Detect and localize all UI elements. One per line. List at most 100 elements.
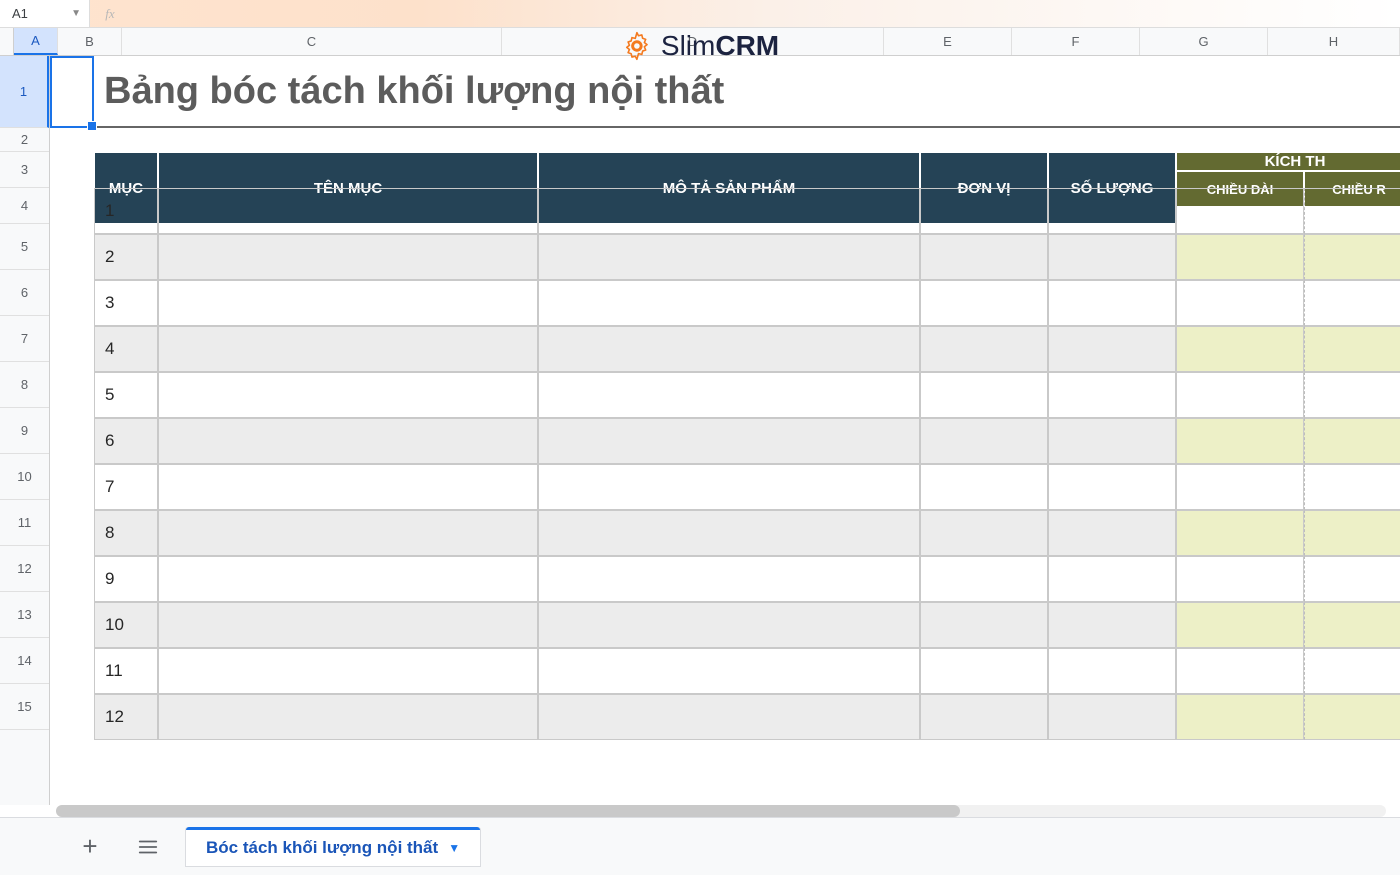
cell-r[interactable] — [1304, 602, 1400, 648]
chevron-down-icon[interactable]: ▼ — [448, 841, 460, 855]
cell-ten[interactable] — [158, 556, 538, 602]
sheet-tab-active[interactable]: Bóc tách khối lượng nội thất ▼ — [186, 827, 480, 867]
formula-input[interactable] — [130, 0, 1400, 28]
cell-r[interactable] — [1304, 188, 1400, 234]
cell-ten[interactable] — [158, 372, 538, 418]
cell-muc[interactable]: 1 — [94, 188, 158, 234]
row-header-2[interactable]: 2 — [0, 128, 49, 152]
row-header-3[interactable]: 3 — [0, 152, 49, 188]
cell-d[interactable] — [1176, 510, 1304, 556]
cell-ten[interactable] — [158, 464, 538, 510]
row-header-10[interactable]: 10 — [0, 454, 49, 500]
col-header-G[interactable]: G — [1140, 28, 1268, 55]
row-header-15[interactable]: 15 — [0, 684, 49, 730]
cell-muc[interactable]: 8 — [94, 510, 158, 556]
add-sheet-button[interactable]: + — [70, 827, 110, 867]
cell-sl[interactable] — [1048, 694, 1176, 740]
cell-muc[interactable]: 4 — [94, 326, 158, 372]
cell-ten[interactable] — [158, 510, 538, 556]
cell-d[interactable] — [1176, 464, 1304, 510]
cell-mota[interactable] — [538, 372, 920, 418]
all-sheets-button[interactable] — [128, 827, 168, 867]
cell-ten[interactable] — [158, 648, 538, 694]
cell-r[interactable] — [1304, 556, 1400, 602]
cell-donvi[interactable] — [920, 280, 1048, 326]
cell-r[interactable] — [1304, 694, 1400, 740]
cell-ten[interactable] — [158, 602, 538, 648]
cell-mota[interactable] — [538, 694, 920, 740]
cell-sl[interactable] — [1048, 510, 1176, 556]
cell-d[interactable] — [1176, 556, 1304, 602]
cell-mota[interactable] — [538, 280, 920, 326]
cell-donvi[interactable] — [920, 510, 1048, 556]
cell-r[interactable] — [1304, 326, 1400, 372]
cell-muc[interactable]: 11 — [94, 648, 158, 694]
cell-sl[interactable] — [1048, 418, 1176, 464]
cell-d[interactable] — [1176, 280, 1304, 326]
cell-donvi[interactable] — [920, 326, 1048, 372]
cell-d[interactable] — [1176, 694, 1304, 740]
cell-sl[interactable] — [1048, 188, 1176, 234]
cell-ten[interactable] — [158, 418, 538, 464]
cell-ten[interactable] — [158, 694, 538, 740]
cell-donvi[interactable] — [920, 372, 1048, 418]
cell-sl[interactable] — [1048, 326, 1176, 372]
col-header-E[interactable]: E — [884, 28, 1012, 55]
cell-muc[interactable]: 5 — [94, 372, 158, 418]
col-header-C[interactable]: C — [122, 28, 502, 55]
select-all-corner[interactable] — [0, 28, 14, 55]
horizontal-scrollbar[interactable] — [56, 805, 1386, 817]
row-header-4[interactable]: 4 — [0, 188, 49, 224]
cell-mota[interactable] — [538, 648, 920, 694]
cell-muc[interactable]: 9 — [94, 556, 158, 602]
cell-mota[interactable] — [538, 464, 920, 510]
cell-muc[interactable]: 10 — [94, 602, 158, 648]
row-header-7[interactable]: 7 — [0, 316, 49, 362]
row-header-11[interactable]: 11 — [0, 500, 49, 546]
cell-donvi[interactable] — [920, 464, 1048, 510]
row-header-6[interactable]: 6 — [0, 270, 49, 316]
cell-donvi[interactable] — [920, 418, 1048, 464]
name-box[interactable]: A1 ▼ — [0, 0, 90, 28]
cell-d[interactable] — [1176, 372, 1304, 418]
row-header-5[interactable]: 5 — [0, 224, 49, 270]
cell-r[interactable] — [1304, 464, 1400, 510]
col-header-B[interactable]: B — [58, 28, 122, 55]
cell-donvi[interactable] — [920, 188, 1048, 234]
cell-d[interactable] — [1176, 418, 1304, 464]
cell-r[interactable] — [1304, 280, 1400, 326]
cell-mota[interactable] — [538, 234, 920, 280]
cell-sl[interactable] — [1048, 602, 1176, 648]
cell-mota[interactable] — [538, 556, 920, 602]
cell-donvi[interactable] — [920, 694, 1048, 740]
col-header-A[interactable]: A — [14, 28, 58, 55]
col-header-F[interactable]: F — [1012, 28, 1140, 55]
col-header-H[interactable]: H — [1268, 28, 1400, 55]
cell-d[interactable] — [1176, 602, 1304, 648]
cell-sl[interactable] — [1048, 648, 1176, 694]
cell-mota[interactable] — [538, 602, 920, 648]
row-header-1[interactable]: 1 — [0, 56, 49, 128]
cell-muc[interactable]: 2 — [94, 234, 158, 280]
cell-sl[interactable] — [1048, 464, 1176, 510]
cell-sl[interactable] — [1048, 280, 1176, 326]
cell-r[interactable] — [1304, 418, 1400, 464]
row-header-9[interactable]: 9 — [0, 408, 49, 454]
cell-ten[interactable] — [158, 280, 538, 326]
cell-muc[interactable]: 7 — [94, 464, 158, 510]
row-header-13[interactable]: 13 — [0, 592, 49, 638]
sheet-title[interactable]: Bảng bóc tách khối lượng nội thất — [94, 56, 1400, 128]
cell-muc[interactable]: 3 — [94, 280, 158, 326]
cell-ten[interactable] — [158, 326, 538, 372]
cell-donvi[interactable] — [920, 602, 1048, 648]
cell-sl[interactable] — [1048, 556, 1176, 602]
cell-d[interactable] — [1176, 188, 1304, 234]
cell-muc[interactable]: 6 — [94, 418, 158, 464]
cell-r[interactable] — [1304, 648, 1400, 694]
cell-mota[interactable] — [538, 510, 920, 556]
cell-r[interactable] — [1304, 510, 1400, 556]
row-header-8[interactable]: 8 — [0, 362, 49, 408]
cell-donvi[interactable] — [920, 648, 1048, 694]
cell-r[interactable] — [1304, 372, 1400, 418]
cell-muc[interactable]: 12 — [94, 694, 158, 740]
